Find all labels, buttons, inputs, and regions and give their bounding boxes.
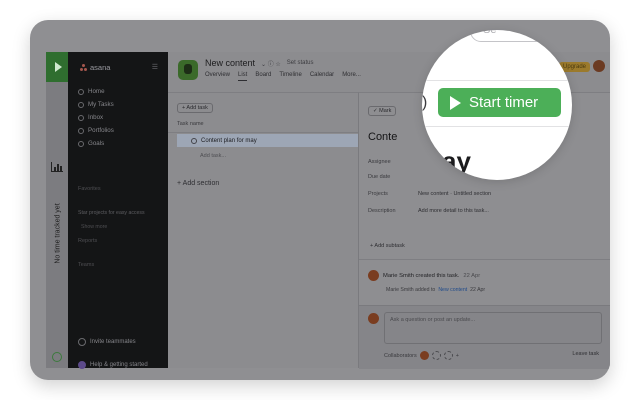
help-label: Help & getting started [90,362,148,368]
start-timer-button[interactable]: Start timer [438,88,561,117]
favorites-hint: Star projects for easy access [78,210,145,216]
collapse-sidebar-icon[interactable]: ☰ [152,63,158,71]
activity-sub-time: 22 Apr [470,287,486,293]
project-tabs: Overview List Board Timeline Calendar Mo… [205,72,361,81]
sidebar-item-portfolios[interactable]: Portfolios [78,124,114,137]
favorites-heading[interactable]: Favorites [78,186,101,192]
tab-timeline[interactable]: Timeline [279,72,301,81]
tracker-play-button[interactable] [46,52,68,82]
project-link[interactable]: New content [438,287,467,293]
sidebar-item-label: Home [88,88,105,95]
goal-icon [78,140,84,147]
avatar [368,313,379,324]
task-name: Content plan for may [201,137,257,144]
sidebar-item-goals[interactable]: Goals [78,137,114,150]
asana-logo[interactable]: asana [80,63,110,72]
reports-heading[interactable]: Reports [78,238,97,244]
tracker-status-label: No time tracked yet [54,203,62,264]
comment-area: Ask a question or post an update... Coll… [359,305,610,369]
set-status-button[interactable]: Set status [287,60,314,66]
sidebar-item-inbox[interactable]: Inbox [78,111,114,124]
projects-value[interactable]: New content · Untitled section [418,191,491,197]
project-icon[interactable] [178,60,198,80]
tracker-check-icon [52,352,62,362]
activity-created: Marie Smith created this task. 22 Apr [368,270,480,281]
activity-time: 22 Apr [463,272,481,279]
mark-complete-button[interactable]: ✓ Mark [368,106,397,116]
sidebar-item-my-tasks[interactable]: My Tasks [78,98,114,111]
add-task-link[interactable]: Add task... [200,153,226,159]
description-field[interactable]: Add more detail to this task... [418,208,489,214]
task-list-pane: + Add task Task name Content plan for ma… [168,92,358,368]
play-icon [450,95,461,110]
show-more-link[interactable]: Show more [81,224,107,230]
divider [422,126,572,127]
activity-text: Marie Smith created this task. [383,272,460,279]
edge-fragment: ) [422,94,428,111]
task-title[interactable]: Conte [368,131,397,143]
divider [422,80,572,81]
tab-overview[interactable]: Overview [205,72,230,81]
sidebar-nav: Home My Tasks Inbox Portfolios Goals [78,85,114,150]
time-tracker-strip: No time tracked yet [46,52,68,368]
home-icon [78,88,84,95]
brand-name: asana [90,63,111,72]
sidebar-item-label: My Tasks [88,101,114,108]
search-input[interactable]: Se [470,30,570,42]
description-label: Description [368,208,396,214]
tab-list[interactable]: List [238,72,248,81]
avatar [368,270,379,281]
bar-chart-icon[interactable] [51,162,63,172]
column-header-task-name: Task name [168,121,358,133]
chevron-down-icon[interactable]: ⌄ ⓘ ☆ [261,59,281,68]
project-title[interactable]: New content [205,58,255,68]
collaborators-label: Collaborators [384,352,417,359]
invite-icon [78,338,86,346]
invite-teammates-button[interactable]: Invite teammates [78,338,136,346]
inbox-icon [78,114,84,121]
add-collaborator-icon[interactable] [431,351,441,360]
add-collaborator-icon[interactable] [443,351,453,360]
help-button[interactable]: Help & getting started [78,361,148,369]
plus-icon[interactable]: + [456,353,459,359]
screenshot-card: No time tracked yet asana ☰ Home My Task… [30,20,610,380]
activity-added: Marie Smith added to New content 22 Apr [386,287,485,293]
sidebar-item-label: Portfolios [88,127,114,134]
check-circle-icon [78,101,84,108]
add-subtask-button[interactable]: + Add subtask [370,243,405,249]
start-timer-label: Start timer [469,94,539,111]
tab-calendar[interactable]: Calendar [310,72,334,81]
magnifier-callout: Se ) Start timer ay [422,30,572,180]
due-date-label: Due date [368,174,391,180]
tab-more[interactable]: More... [342,72,361,81]
project-title-row: New content ⌄ ⓘ ☆ Set status [205,58,313,68]
assignee-label: Assignee [368,159,391,165]
sidebar-item-label: Goals [88,140,105,147]
tab-board[interactable]: Board [255,72,271,81]
leave-task-button[interactable]: Leave task [572,351,599,357]
add-task-button[interactable]: + Add task [177,103,213,113]
asana-sidebar: asana ☰ Home My Tasks Inbox Portfolios G… [68,52,168,369]
portfolio-icon [78,127,84,134]
avatar[interactable] [419,351,429,360]
projects-label: Projects [368,191,388,197]
asana-logo-icon [80,64,87,71]
collaborators-row: Collaborators + [384,351,459,360]
divider [359,259,610,260]
comment-input[interactable]: Ask a question or post an update... [384,312,602,344]
play-icon [54,62,62,72]
avatar[interactable] [593,60,605,72]
add-section-button[interactable]: + Add section [177,180,219,187]
task-title-zoomed: ay [442,146,471,176]
complete-task-icon[interactable] [191,137,197,144]
sidebar-item-home[interactable]: Home [78,85,114,98]
activity-sub-text: Marie Smith added to [386,287,436,293]
invite-label: Invite teammates [90,339,136,345]
teams-heading[interactable]: Teams [78,262,94,268]
help-icon [78,361,86,369]
table-row[interactable]: Content plan for may [177,134,358,147]
sidebar-item-label: Inbox [88,114,104,121]
